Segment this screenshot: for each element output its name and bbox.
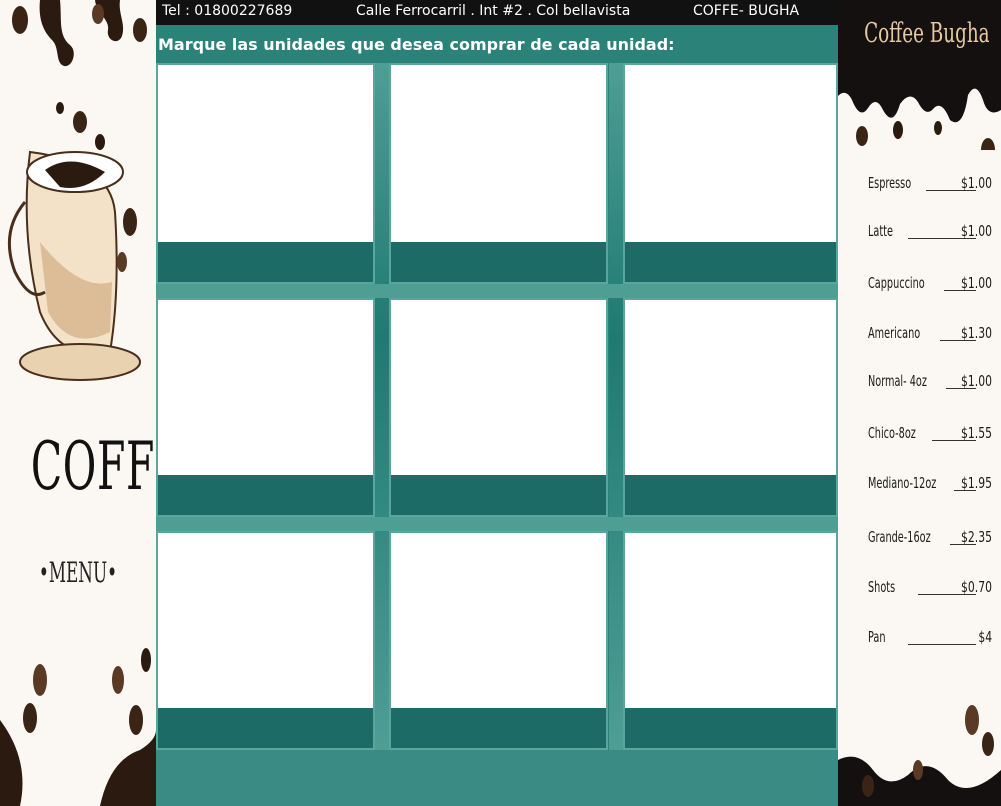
header-brand: COFFE- BUGHA [693,3,800,19]
menu-item-name: Grande-16oz [868,528,931,546]
menu-item: Americano $1.30 [868,320,992,344]
product-card[interactable] [156,63,375,284]
menu-item: Chico-8oz $1.55 [868,420,992,444]
coffee-beans-bottom-icon [838,705,1001,806]
product-card-bar[interactable] [391,242,606,282]
header-phone: Tel : 01800227689 [162,3,293,19]
product-card-bar[interactable] [158,475,373,515]
product-card[interactable] [389,63,608,284]
menu-item-price: $1.00 [961,274,992,292]
grid-divider [156,517,838,531]
grid-divider [156,284,838,298]
product-card-bar[interactable] [158,242,373,282]
menu-item-name: Latte [868,222,893,240]
menu-item-price: $4 [978,628,992,646]
menu-item-price: $1.30 [961,324,992,342]
grid-divider [609,63,623,750]
coffee-beans-bottom-icon [0,648,156,806]
menu-item: Grande-16oz $2.35 [868,524,992,548]
menu-item-price: $1.00 [961,174,992,192]
menu-subtitle: •MENU• [38,556,118,589]
menu-item: Mediano-12oz $1.95 [868,470,992,494]
coffee-cup-illustration-icon [7,102,141,381]
menu-item: Normal- 4oz $1.00 [868,368,992,392]
product-card[interactable] [156,298,375,517]
menu-item-name: Pan [868,628,886,646]
dotted-leader [908,644,976,645]
coffee-title: COFFEE [30,428,156,505]
instruction-text: Marque las unidades que desea comprar de… [158,35,675,54]
bottom-strip [156,750,838,806]
product-card-bar[interactable] [391,475,606,515]
menu-title: Coffee Bugha [864,18,990,49]
coffee-splash-top-icon [12,0,147,67]
menu-item-price: $1.95 [961,474,992,492]
left-decorative-panel: COFFEE •MENU• [0,0,156,806]
product-card[interactable] [623,531,838,750]
product-card[interactable] [623,298,838,517]
product-card-bar[interactable] [391,708,606,748]
product-card-bar[interactable] [158,708,373,748]
menu-item-name: Normal- 4oz [868,372,927,390]
menu-item: Shots $0.70 [868,574,992,598]
menu-item-price: $1.00 [961,222,992,240]
grid-divider [375,63,389,750]
menu-item: Pan $4 [868,624,992,648]
product-card-bar[interactable] [625,708,836,748]
product-card[interactable] [389,531,608,750]
header-bar: Tel : 01800227689 Calle Ferrocarril . In… [156,0,838,25]
menu-item-name: Shots [868,578,896,596]
product-card[interactable] [389,298,608,517]
header-address: Calle Ferrocarril . Int #2 . Col bellavi… [356,3,631,19]
price-menu-panel: Coffee Bugha Espresso $1.00 Latte $1.00 … [838,0,1001,806]
menu-item-price: $1.55 [961,424,992,442]
product-card-bar[interactable] [625,475,836,515]
product-grid-area: Marque las unidades que desea comprar de… [156,25,838,806]
product-card-bar[interactable] [625,242,836,282]
menu-item-price: $1.00 [961,372,992,390]
menu-item-price: $2.35 [961,528,992,546]
menu-item: Latte $1.00 [868,218,992,242]
product-card[interactable] [623,63,838,284]
menu-item: Espresso $1.00 [868,170,992,194]
menu-item-name: Cappuccino [868,274,925,292]
product-card[interactable] [156,531,375,750]
menu-item-name: Americano [868,324,921,342]
menu-item-name: Chico-8oz [868,424,916,442]
menu-item: Cappuccino $1.00 [868,270,992,294]
menu-item-price: $0.70 [961,578,992,596]
menu-item-name: Espresso [868,174,912,192]
menu-item-name: Mediano-12oz [868,474,937,492]
